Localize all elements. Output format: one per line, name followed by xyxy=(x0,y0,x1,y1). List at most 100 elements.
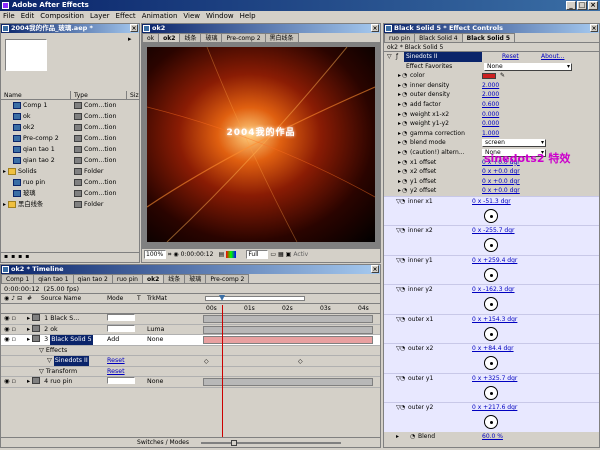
param-value[interactable]: 0 x +0.0 dgr xyxy=(482,177,520,187)
comp-tab[interactable]: ok xyxy=(142,33,160,42)
mode-dropdown[interactable] xyxy=(107,377,135,384)
expand-arrow-icon[interactable]: ▽ xyxy=(384,256,401,266)
mode-dropdown[interactable]: Add xyxy=(107,336,119,343)
project-item[interactable]: qian tao 1 Com...tion xyxy=(1,144,139,155)
current-time-indicator[interactable] xyxy=(222,305,223,438)
comp-tab[interactable]: 线条 xyxy=(179,33,202,42)
effect-reset-link[interactable]: Reset xyxy=(482,52,537,62)
expand-arrow-icon[interactable]: ▸ xyxy=(384,158,401,168)
folder-icon[interactable]: ▪ xyxy=(11,253,15,262)
menu-edit[interactable]: Edit xyxy=(21,11,35,22)
expand-arrow-icon[interactable]: ▸ xyxy=(27,335,30,345)
layer-duration-bar[interactable] xyxy=(203,315,373,323)
stopwatch-icon[interactable]: ◔ xyxy=(402,90,410,100)
menu-effect[interactable]: Effect xyxy=(116,11,136,22)
project-item[interactable]: ruo pin Com...tion xyxy=(1,177,139,188)
comp-tab[interactable]: 黑白线条 xyxy=(264,33,299,42)
zoom-dropdown[interactable]: 100% xyxy=(144,250,166,259)
project-item[interactable]: ▸ 黑白线条 Folder xyxy=(1,199,139,210)
zoom-slider-thumb[interactable] xyxy=(231,439,237,446)
layer-duration-bar[interactable] xyxy=(203,378,373,386)
expand-arrow-icon[interactable]: ▽ xyxy=(39,346,44,356)
effect-toggle-icon[interactable]: ▽ xyxy=(384,52,396,62)
reset-link[interactable]: Reset xyxy=(107,368,125,375)
menu-help[interactable]: Help xyxy=(240,11,256,22)
menu-file[interactable]: File xyxy=(3,11,15,22)
fx-icon[interactable]: ƒ xyxy=(396,52,404,62)
expand-arrow-icon[interactable]: ▽ xyxy=(39,367,44,377)
keyframe-icon[interactable]: ◇ xyxy=(204,357,209,365)
stopwatch-icon[interactable]: ◔ xyxy=(402,167,410,177)
eye-icon[interactable]: ◉ xyxy=(4,325,10,335)
param-value[interactable]: 0.600 xyxy=(482,100,499,110)
expand-arrow-icon[interactable]: ▸ xyxy=(384,148,401,158)
timeline-current-time[interactable]: 0:00:00:12 xyxy=(4,285,40,293)
effect-name[interactable]: Sinedots II xyxy=(404,52,482,62)
param-value[interactable]: 0 x +0.0 dgr xyxy=(482,167,520,177)
layer-property-row[interactable]: ▽ Transform Reset xyxy=(1,367,380,377)
stopwatch-icon[interactable]: ◔ xyxy=(400,226,408,236)
comp-viewer[interactable]: 2004我的作品 xyxy=(142,43,380,249)
timeline-tab[interactable]: ruo pin xyxy=(111,274,143,283)
camera-icon[interactable]: ◉ xyxy=(173,251,178,258)
angle-dial[interactable] xyxy=(484,385,498,400)
layer-row[interactable]: ◉ ▫ ▸ 3 Black Solid 5 Add None xyxy=(1,335,380,346)
col-size[interactable]: Siz xyxy=(127,91,139,99)
close-icon[interactable]: × xyxy=(590,24,598,32)
param-value[interactable]: 0.000 xyxy=(482,110,499,120)
angle-dial[interactable] xyxy=(484,297,498,312)
expand-arrow-icon[interactable]: ▸ xyxy=(27,325,30,335)
trkmat-dropdown[interactable]: None xyxy=(147,336,163,343)
timeline-tab[interactable]: Comp 1 xyxy=(1,274,35,283)
trkmat-dropdown[interactable]: Luma xyxy=(147,326,164,333)
comp-tab[interactable]: ok2 xyxy=(158,33,181,42)
comp-tab[interactable]: Pre-comp 2 xyxy=(221,33,266,42)
col-source-name[interactable]: Source Name xyxy=(41,294,107,303)
label-swatch[interactable] xyxy=(74,189,82,197)
eyedropper-icon[interactable]: ✎ xyxy=(500,71,505,81)
menu-animation[interactable]: Animation xyxy=(142,11,178,22)
stopwatch-icon[interactable]: ◔ xyxy=(400,374,408,384)
timeline-tab[interactable]: Pre-comp 2 xyxy=(205,274,250,283)
stopwatch-icon[interactable]: ◔ xyxy=(410,432,418,442)
param-value[interactable]: 0 x -162.3 dgr xyxy=(472,285,515,295)
expand-arrow-icon[interactable]: ▸ xyxy=(384,71,401,81)
eye-icon[interactable]: ◉ xyxy=(4,314,10,324)
layer-property-row[interactable]: ▽ Sinedots II Reset ◇ ◇ xyxy=(1,356,380,367)
expand-arrow-icon[interactable]: ▸ xyxy=(384,90,401,100)
project-item[interactable]: ok2 Com...tion xyxy=(1,122,139,133)
project-item[interactable]: ▸ Solids Folder xyxy=(1,166,139,177)
param-value[interactable]: 0 x +325.7 dgr xyxy=(472,374,517,384)
time-navigator[interactable] xyxy=(201,294,379,304)
close-icon[interactable]: × xyxy=(130,24,138,32)
layer-name[interactable]: ok xyxy=(50,325,58,335)
expand-arrow-icon[interactable]: ▸ xyxy=(384,110,401,120)
param-value[interactable]: 0 x +84.4 dgr xyxy=(472,344,514,354)
layer-name[interactable]: Effects xyxy=(46,346,67,356)
expand-arrow-icon[interactable]: ▽ xyxy=(384,344,401,354)
menu-window[interactable]: Window xyxy=(206,11,234,22)
timeline-tab[interactable]: 玻璃 xyxy=(184,274,207,283)
stopwatch-icon[interactable]: ◔ xyxy=(402,119,410,129)
layer-row[interactable]: ◉ ▫ ▸ 4 ruo pin None xyxy=(1,377,380,388)
menu-view[interactable]: View xyxy=(183,11,200,22)
eye-icon[interactable]: ◉ xyxy=(4,335,10,345)
label-swatch[interactable] xyxy=(74,156,82,164)
stopwatch-icon[interactable]: ◔ xyxy=(402,158,410,168)
label-swatch[interactable] xyxy=(32,324,41,332)
label-swatch[interactable] xyxy=(74,112,82,120)
project-item[interactable]: Comp 1 Com...tion xyxy=(1,100,139,111)
expand-arrow-icon[interactable]: ▸ xyxy=(384,186,401,196)
expand-arrow-icon[interactable]: ▸ xyxy=(384,119,401,129)
project-item[interactable]: qian tao 2 Com...tion xyxy=(1,155,139,166)
stopwatch-icon[interactable]: ◔ xyxy=(402,148,410,158)
timeline-tab[interactable]: qian tao 1 xyxy=(33,274,74,283)
effect-tab[interactable]: Black Solid 4 xyxy=(414,33,463,42)
label-swatch[interactable] xyxy=(74,145,82,153)
panel-menu-icon[interactable]: ▸ xyxy=(128,35,136,43)
safe-zones-icon[interactable]: ⌗ xyxy=(168,251,171,259)
label-swatch[interactable] xyxy=(74,167,82,175)
param-value[interactable]: 2.000 xyxy=(482,90,499,100)
minimize-icon[interactable]: _ xyxy=(566,1,576,10)
time-marker-icon[interactable] xyxy=(219,295,225,301)
